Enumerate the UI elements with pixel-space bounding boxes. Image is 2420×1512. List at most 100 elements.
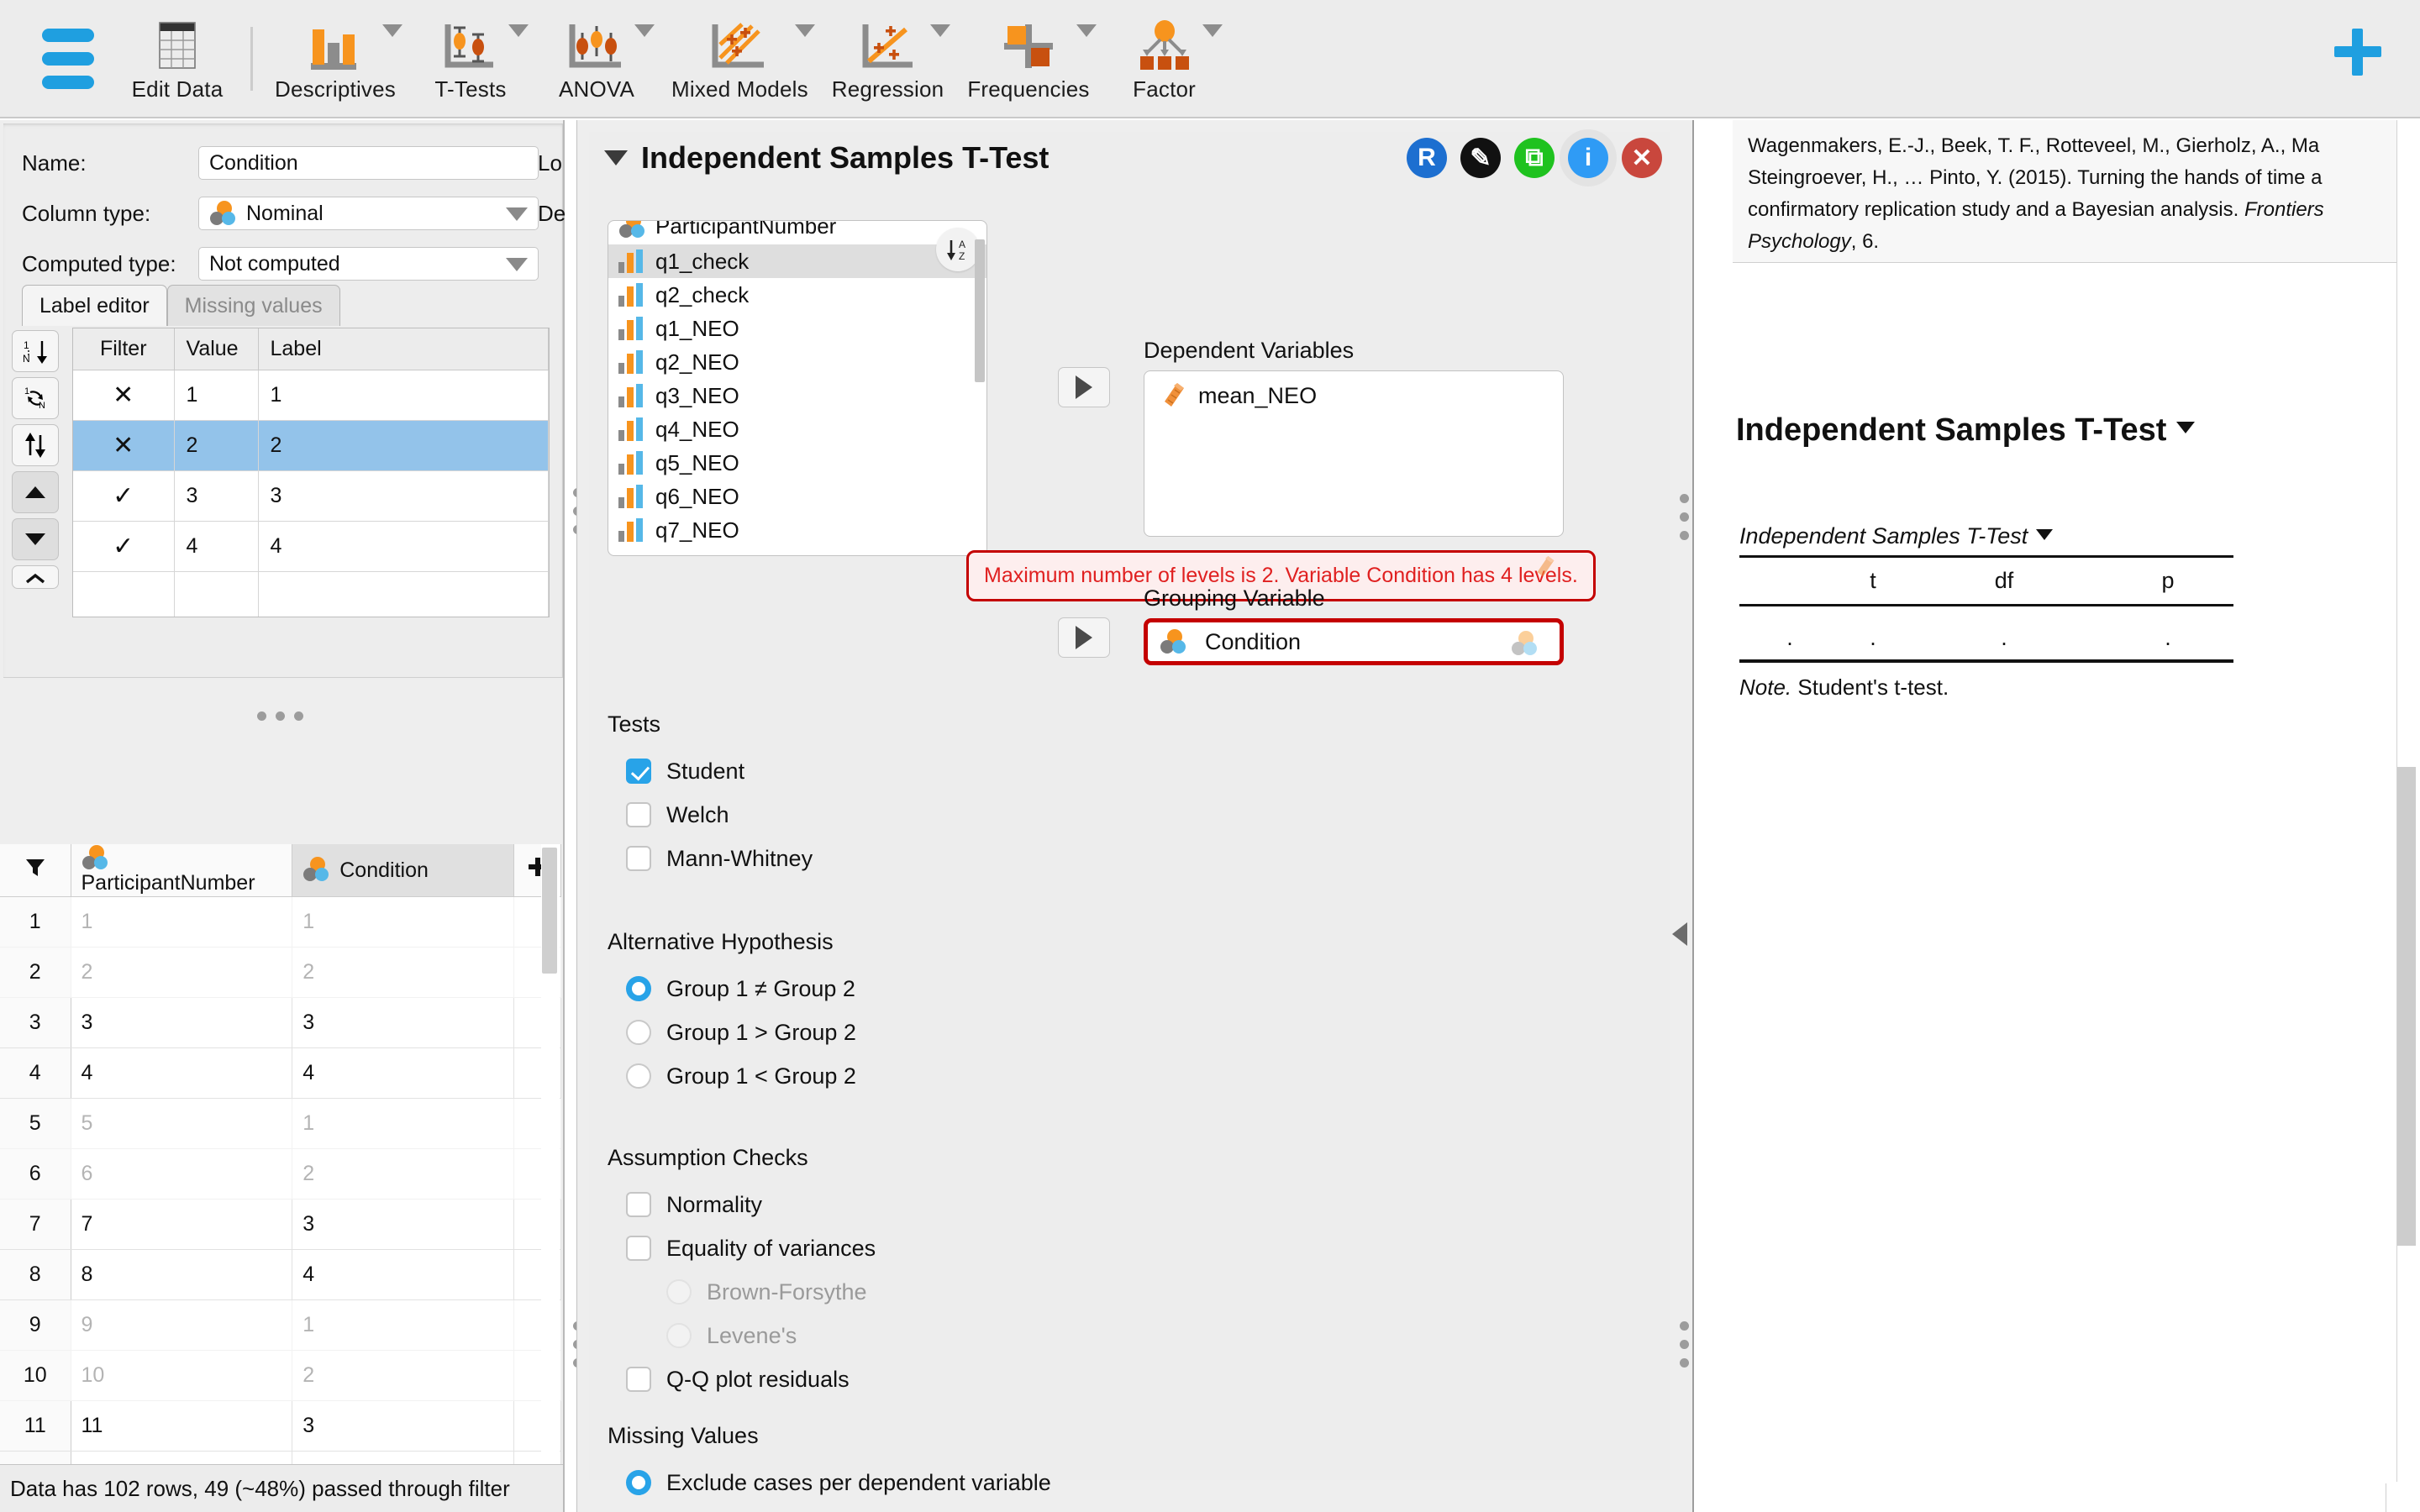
cell-condition[interactable]: 1 xyxy=(292,896,514,948)
sort-az-icon[interactable]: A Z xyxy=(936,228,980,271)
checkbox-normality[interactable]: Normality xyxy=(608,1183,1120,1226)
label-value-cell[interactable]: 1 xyxy=(174,370,259,421)
table-row[interactable]: 111 xyxy=(0,896,561,948)
list-item[interactable]: q4_NEO xyxy=(608,412,986,446)
assign-dependent-button[interactable] xyxy=(1058,367,1110,407)
table-row[interactable]: 444 xyxy=(0,1047,561,1099)
cell-condition[interactable]: 4 xyxy=(292,1047,514,1099)
ribbon-item-t-tests[interactable]: T-Tests xyxy=(408,11,534,106)
list-item[interactable]: q6_NEO xyxy=(608,480,986,513)
reverse-1-n-icon[interactable]: 1N xyxy=(12,377,59,419)
chevron-down-icon[interactable] xyxy=(382,24,402,37)
checkbox-qq-plot-residuals[interactable]: Q-Q plot residuals xyxy=(608,1357,1120,1401)
list-item[interactable]: q5_NEO xyxy=(608,446,986,480)
dependent-variables-box[interactable]: mean_NEO xyxy=(1144,370,1564,537)
label-value-cell[interactable]: 2 xyxy=(174,420,259,471)
chevron-down-icon[interactable] xyxy=(508,24,529,37)
cell-condition[interactable]: 2 xyxy=(292,947,514,998)
list-item[interactable]: q3_NEO xyxy=(608,379,986,412)
radio-greater[interactable]: Group 1 > Group 2 xyxy=(608,1011,1120,1054)
label-label-cell[interactable]: 3 xyxy=(258,470,549,522)
radio-less[interactable]: Group 1 < Group 2 xyxy=(608,1054,1120,1098)
data-column-header-participantnumber[interactable]: ParticipantNumber xyxy=(71,844,293,897)
label-table-row[interactable]: ✕ 1 1 xyxy=(73,370,549,421)
checkbox-welch[interactable]: Welch xyxy=(608,793,1120,837)
label-table-row[interactable]: ✓ 4 4 xyxy=(73,521,549,572)
ribbon-item-mixed-models[interactable]: Mixed Models xyxy=(660,11,820,106)
horizontal-splitter-handle[interactable] xyxy=(0,706,560,725)
move-up-icon[interactable] xyxy=(12,471,59,513)
cell-participant[interactable]: 5 xyxy=(71,1098,293,1149)
column-type-select[interactable]: Nominal xyxy=(198,197,539,230)
edit-title-button[interactable]: ✎ xyxy=(1460,138,1501,178)
cell-condition[interactable]: 1 xyxy=(292,1098,514,1149)
analysis-splitter-handle-bottom[interactable] xyxy=(1680,1321,1689,1368)
table-row[interactable]: 333 xyxy=(0,997,561,1048)
table-row[interactable]: 991 xyxy=(0,1299,561,1351)
collapse-analysis-panel-button[interactable] xyxy=(1672,922,1687,946)
list-item[interactable]: q1_NEO xyxy=(608,312,986,345)
cell-condition[interactable]: 2 xyxy=(292,1350,514,1401)
cell-condition[interactable]: 3 xyxy=(292,1400,514,1452)
chevron-down-icon[interactable] xyxy=(930,24,951,37)
table-row[interactable]: 11 11 3 xyxy=(0,1400,561,1452)
close-button[interactable]: ✕ xyxy=(1622,138,1662,178)
cell-condition[interactable]: 1 xyxy=(292,1299,514,1351)
label-label-cell[interactable]: 4 xyxy=(258,521,549,572)
checkbox-equality-of-variances[interactable]: Equality of variances xyxy=(608,1226,1120,1270)
checkbox-mann-whitney[interactable]: Mann-Whitney xyxy=(608,837,1120,880)
results-heading[interactable]: Independent Samples T-Test xyxy=(1736,412,2196,449)
grouping-variable-box[interactable]: Condition xyxy=(1144,618,1564,665)
cell-condition[interactable]: 3 xyxy=(292,997,514,1048)
list-item[interactable]: q1_check xyxy=(608,244,986,278)
computed-type-select[interactable]: Not computed xyxy=(198,247,539,281)
filter-funnel-icon[interactable] xyxy=(0,844,71,897)
label-filter-toggle[interactable]: ✕ xyxy=(73,370,175,421)
triangle-down-icon[interactable] xyxy=(2036,529,2054,540)
duplicate-button[interactable]: ⧉ xyxy=(1514,138,1555,178)
assign-grouping-button[interactable] xyxy=(1058,617,1110,658)
label-label-cell[interactable]: 2 xyxy=(258,420,549,471)
list-item[interactable]: Condition xyxy=(1148,622,1560,661)
plus-icon[interactable] xyxy=(2334,29,2381,76)
cell-condition[interactable]: 4 xyxy=(292,1249,514,1300)
ribbon-item-edit-data[interactable]: Edit Data xyxy=(114,11,240,106)
label-filter-toggle[interactable]: ✓ xyxy=(73,521,175,572)
list-item[interactable]: ParticipantNumber xyxy=(608,221,986,244)
radio-exclude-listwise[interactable]: Exclude cases listwise xyxy=(608,1504,1120,1512)
label-filter-toggle[interactable]: ✕ xyxy=(73,420,175,471)
triangle-down-icon[interactable] xyxy=(604,150,628,165)
ribbon-item-descriptives[interactable]: Descriptives xyxy=(263,11,408,106)
label-filter-toggle[interactable]: ✓ xyxy=(73,470,175,522)
list-item[interactable]: mean_NEO xyxy=(1144,371,1563,412)
chevron-down-icon[interactable] xyxy=(634,24,655,37)
table-row[interactable]: 662 xyxy=(0,1148,561,1200)
list-item[interactable]: q7_NEO xyxy=(608,513,986,547)
radio-exclude-per-dependent[interactable]: Exclude cases per dependent variable xyxy=(608,1461,1120,1504)
list-item[interactable]: q2_check xyxy=(608,278,986,312)
tab-label-editor[interactable]: Label editor xyxy=(22,285,167,326)
cell-participant[interactable]: 4 xyxy=(71,1047,293,1099)
tab-missing-values[interactable]: Missing values xyxy=(166,285,340,326)
chevron-down-icon[interactable] xyxy=(1202,24,1223,37)
cell-participant[interactable]: 8 xyxy=(71,1249,293,1300)
radio-two-sided[interactable]: Group 1 ≠ Group 2 xyxy=(608,967,1120,1011)
ribbon-item-frequencies[interactable]: Frequencies xyxy=(955,11,1101,106)
triangle-down-icon[interactable] xyxy=(2176,422,2196,433)
variable-list-scroll-thumb[interactable] xyxy=(975,239,985,382)
label-table-row[interactable]: ✕ 2 2 xyxy=(73,420,549,471)
chevron-down-icon[interactable] xyxy=(794,24,815,37)
variable-name-input[interactable]: Condition xyxy=(198,146,539,180)
label-table-row[interactable]: ✓ 3 3 xyxy=(73,470,549,522)
cell-participant[interactable]: 1 xyxy=(71,896,293,948)
cell-participant[interactable]: 9 xyxy=(71,1299,293,1351)
cell-participant[interactable]: 2 xyxy=(71,947,293,998)
info-button[interactable]: i xyxy=(1568,138,1608,178)
ribbon-item-anova[interactable]: ANOVA xyxy=(534,11,660,106)
table-row[interactable]: 10 10 2 xyxy=(0,1350,561,1401)
r-syntax-button[interactable]: R xyxy=(1407,138,1447,178)
label-label-cell[interactable]: 1 xyxy=(258,370,549,421)
table-row[interactable]: 773 xyxy=(0,1199,561,1250)
data-vertical-scroll-thumb[interactable] xyxy=(542,848,557,974)
data-vertical-scrollbar[interactable] xyxy=(541,844,560,1512)
